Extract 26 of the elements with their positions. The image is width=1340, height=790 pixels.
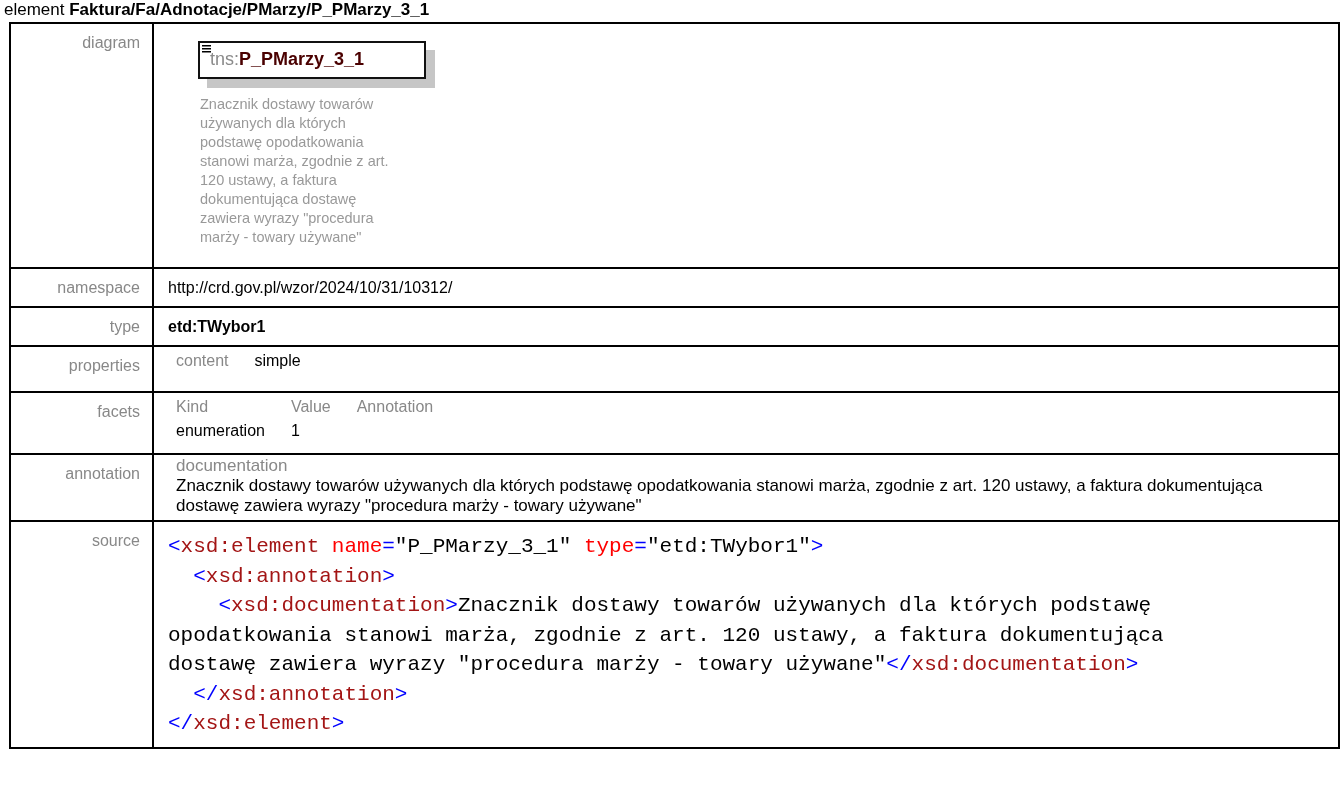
page-heading: element Faktura/Fa/Adnotacje/PMarzy/P_PMarzy_3_1 [4, 0, 431, 20]
row-label: annotation [10, 454, 153, 521]
facet-value: 1 [290, 422, 300, 439]
row-label: type [10, 307, 153, 346]
column-header: Annotation [356, 398, 434, 415]
property-value: simple [254, 352, 301, 369]
documentation-text: Znacznik dostawy towarów używanych dla których podstawę opodatkowania stanowi marża, zgodnie z art. 120 ustawy, a faktura dokumentująca dostawę zawiera wyrazy "procedura marży - towary używane" [176, 476, 1264, 516]
row-label: source [10, 521, 153, 748]
row-label: namespace [10, 268, 153, 307]
code-line: <xsd:annotation> [192, 563, 396, 590]
code-line: <xsd:documentation>Znacznik dostawy towarów używanych dla których podstawę opodatkowania stanowi marża, zgodnie z art. 120 ustawy, a faktura dokumentująca dostawę zawiera wyrazy "procedura marży - towary używane"</xsd:documentation> [168, 593, 1165, 678]
lines-icon [202, 45, 211, 53]
column-header: Kind [176, 398, 209, 415]
code-line: </xsd:element> [168, 711, 346, 737]
code-line: <xsd:element name="P_PMarzy_3_1" type="etd:TWybor1"> [168, 534, 825, 560]
annotation-title: documentation [176, 456, 289, 476]
row-label: facets [10, 392, 153, 454]
row-label: properties [10, 346, 153, 392]
type-value: etd:TWybor1 [168, 318, 266, 335]
column-header: Value [290, 398, 331, 415]
element-description: Znacznik dostawy towarów używanych dla których podstawę opodatkowania stanowi marża, zgodnie z art. 120 ustawy, a faktura dokumentująca dostawę zawiera wyrazy "procedura marży - towary używane" [200, 95, 390, 247]
property-key: content [176, 352, 229, 369]
code-line: </xsd:annotation> [192, 681, 409, 708]
row-label: diagram [10, 23, 153, 268]
namespace-value: http://crd.gov.pl/wzor/2024/10/31/10312/ [168, 279, 453, 296]
facet-value: enumeration [176, 422, 265, 439]
